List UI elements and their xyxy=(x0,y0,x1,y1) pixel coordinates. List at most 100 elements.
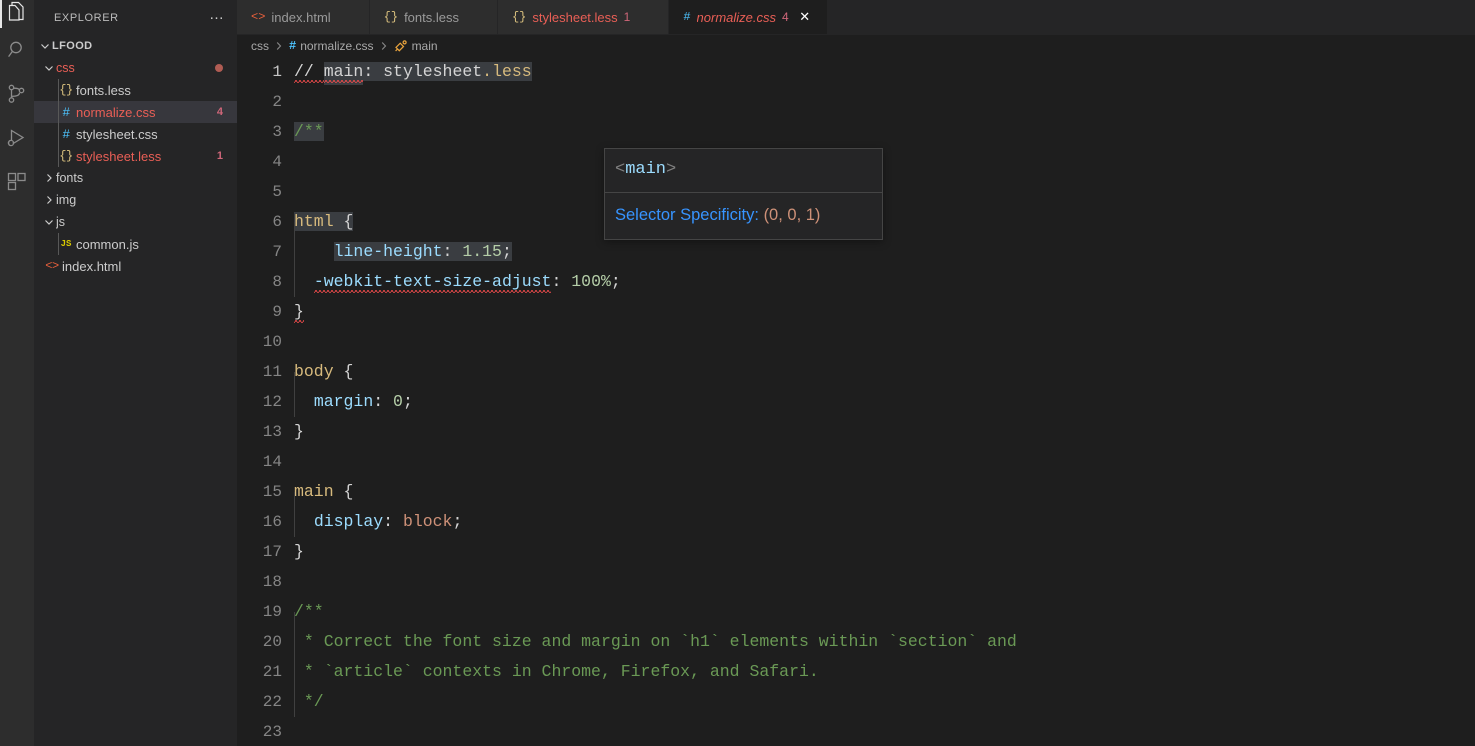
tree-item-img[interactable]: img xyxy=(34,189,237,211)
line-number: 17 xyxy=(262,543,282,561)
activity-bar xyxy=(0,0,34,746)
tab-label: stylesheet.less xyxy=(532,9,618,25)
code-token: : xyxy=(363,62,384,81)
activity-bar-item-explorer[interactable] xyxy=(0,0,34,28)
code-token: ; xyxy=(501,242,512,261)
code-token: html xyxy=(294,212,344,231)
chevron-right-icon xyxy=(42,194,56,206)
explorer-header: EXPLORER … xyxy=(34,0,237,35)
code-token: -webkit-text-size-adjust xyxy=(313,272,552,295)
hover-code-name: main xyxy=(625,160,667,179)
code-line[interactable]: 1// main: stylesheet.less xyxy=(237,57,1475,87)
line-number: 21 xyxy=(262,663,282,681)
breadcrumb-item-normalize-css[interactable]: # normalize.css xyxy=(287,39,376,53)
tree-item-common-js[interactable]: JS common.js xyxy=(34,233,237,255)
code-line-content: */ xyxy=(282,687,1475,717)
code-token: margin xyxy=(313,392,374,411)
code-line[interactable]: 22 */ xyxy=(237,687,1475,717)
code-token: main xyxy=(323,62,364,85)
tree-item-stylesheet-less[interactable]: {} stylesheet.less 1 xyxy=(34,145,237,167)
code-line[interactable]: 10 xyxy=(237,327,1475,357)
tree-item-index-html[interactable]: <> index.html xyxy=(34,255,237,277)
code-token: : xyxy=(373,392,394,411)
breadcrumb-label: normalize.css xyxy=(300,39,374,53)
line-number: 11 xyxy=(262,363,282,381)
search-icon xyxy=(6,39,28,61)
tree-item-label: stylesheet.css xyxy=(76,126,158,142)
tab-close-icon[interactable]: ✕ xyxy=(797,9,813,25)
activity-bar-item-run-and-debug[interactable] xyxy=(0,116,34,160)
code-line-content: // main: stylesheet.less xyxy=(282,57,1475,87)
tree-item-label: index.html xyxy=(62,258,122,274)
hover-code-open: < xyxy=(615,160,626,179)
code-token: 1.15 xyxy=(462,242,502,261)
editor-tab-fonts-less[interactable]: {}fonts.less✕ xyxy=(369,0,498,34)
less-file-icon: {} xyxy=(511,10,527,24)
code-editor[interactable]: 1// main: stylesheet.less 2 3/** 4 5 6 html {7… xyxy=(237,57,1475,746)
tree-item-stylesheet-css[interactable]: # stylesheet.css xyxy=(34,123,237,145)
code-line[interactable]: 8 -webkit-text-size-adjust: 100%; xyxy=(237,267,1475,297)
code-line[interactable]: 17} xyxy=(237,537,1475,567)
tree-root-label: LFOOD xyxy=(52,40,93,52)
chevron-down-icon xyxy=(42,216,56,228)
code-line[interactable]: 7 line-height: 1.15; xyxy=(237,237,1475,267)
code-line[interactable]: 16 display: block; xyxy=(237,507,1475,537)
activity-bar-item-source-control[interactable] xyxy=(0,72,34,116)
tree-indent-guide xyxy=(58,233,59,255)
code-line[interactable]: 12 margin: 0; xyxy=(237,387,1475,417)
files-icon xyxy=(5,0,29,23)
specificity-separator: : xyxy=(754,206,764,224)
editor-tab-index-html[interactable]: <>index.html✕ xyxy=(237,0,370,34)
code-line[interactable]: 18 xyxy=(237,567,1475,597)
tree-item-label: normalize.css xyxy=(76,104,156,120)
tree-item-normalize-css[interactable]: # normalize.css 4 xyxy=(34,101,237,123)
code-token: 0 xyxy=(393,392,403,411)
editor-tab-normalize-css[interactable]: # normalize.css 4 ✕ xyxy=(669,0,828,34)
tree-item-label: img xyxy=(56,193,77,207)
code-line[interactable]: 14 xyxy=(237,447,1475,477)
line-number: 22 xyxy=(262,693,282,711)
less-file-icon: {} xyxy=(383,10,399,24)
code-line[interactable]: 9} xyxy=(237,297,1475,327)
css-file-icon: # xyxy=(62,126,70,142)
tree-item-label: common.js xyxy=(76,236,139,252)
code-line[interactable]: 23 xyxy=(237,717,1475,746)
code-line[interactable]: 20 * Correct the font size and margin on… xyxy=(237,627,1475,657)
code-line[interactable]: 15 main { xyxy=(237,477,1475,507)
activity-bar-item-search[interactable] xyxy=(0,28,34,72)
line-number: 9 xyxy=(272,303,282,321)
tree-item-fonts[interactable]: fonts xyxy=(34,167,237,189)
tree-indent-guide xyxy=(58,79,59,101)
explorer-sidebar: EXPLORER … LFOOD css{} fonts.less # normali… xyxy=(34,0,237,746)
code-token: ; xyxy=(610,272,621,291)
code-line[interactable]: 19 /** xyxy=(237,597,1475,627)
code-line[interactable]: 11 body { xyxy=(237,357,1475,387)
line-number: 20 xyxy=(262,633,282,651)
code-token: line-height xyxy=(333,242,443,261)
tree-item-label: fonts.less xyxy=(76,82,131,98)
explorer-more-actions-button[interactable]: … xyxy=(205,7,229,26)
chevron-down-icon xyxy=(38,40,52,52)
code-line[interactable]: 21 * `article` contexts in Chrome, Firef… xyxy=(237,657,1475,687)
code-line-content: margin: 0; xyxy=(282,387,1475,417)
breadcrumb-item-main[interactable]: main xyxy=(392,39,440,53)
activity-bar-item-extensions[interactable] xyxy=(0,160,34,204)
breadcrumb-label: css xyxy=(251,39,269,53)
tree-item-css[interactable]: css xyxy=(34,57,237,79)
tree-indent-guide xyxy=(58,123,59,145)
tab-label: index.html xyxy=(271,9,331,25)
line-number: 23 xyxy=(262,723,282,741)
code-line[interactable]: 13} xyxy=(237,417,1475,447)
code-line[interactable]: 3 /** xyxy=(237,117,1475,147)
breadcrumb-item-css[interactable]: css xyxy=(249,39,271,53)
js-file-icon: JS xyxy=(60,239,72,249)
editor-tab-stylesheet-less[interactable]: {}stylesheet.less1✕ xyxy=(497,0,670,34)
hover-tooltip-body: Selector Specificity: (0, 0, 1) xyxy=(605,193,882,239)
code-indent-guide xyxy=(294,612,295,717)
tree-item-js[interactable]: js xyxy=(34,211,237,233)
tree-item-fonts-less[interactable]: {} fonts.less xyxy=(34,79,237,101)
tree-root-lfood[interactable]: LFOOD xyxy=(34,35,237,57)
code-line[interactable]: 2 xyxy=(237,87,1475,117)
